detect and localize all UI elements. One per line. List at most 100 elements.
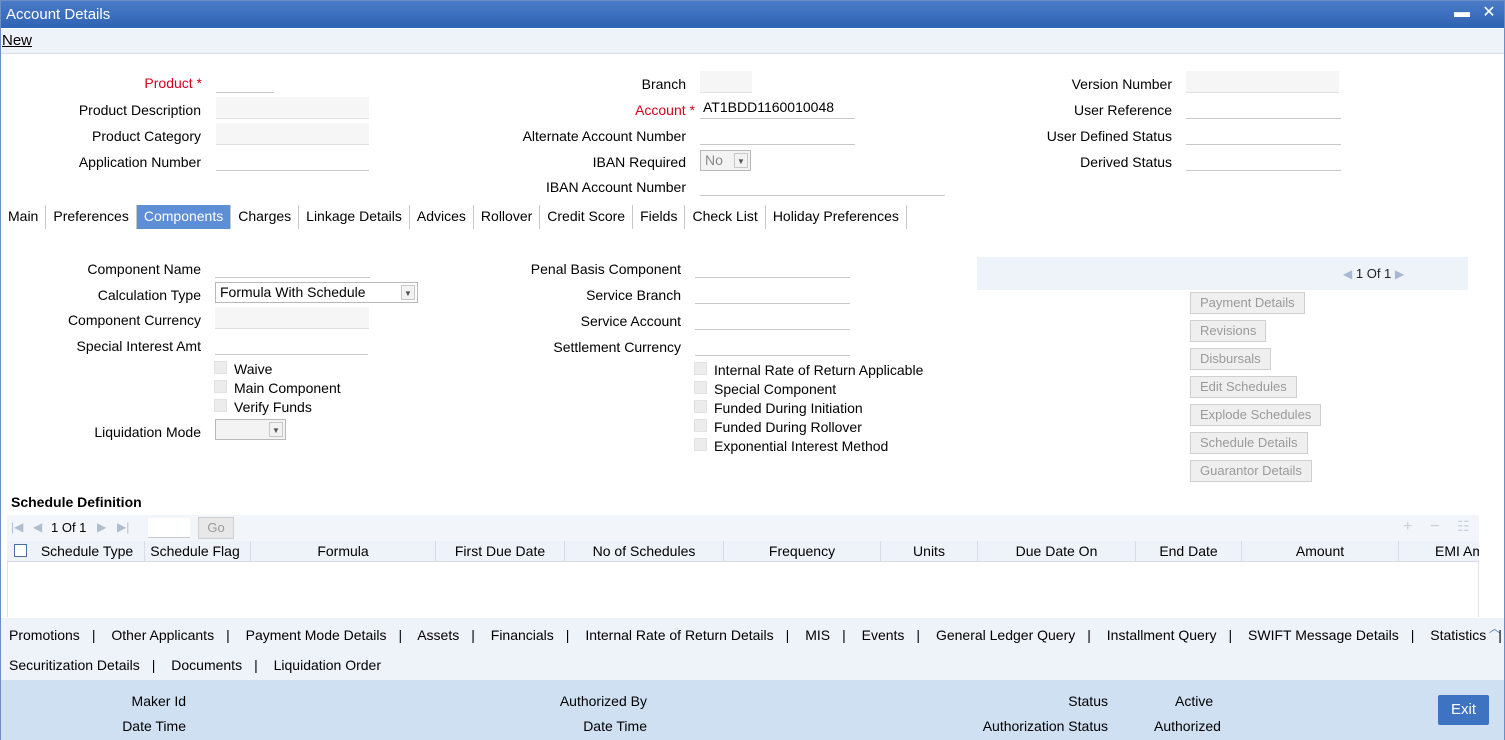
tab-rollover[interactable]: Rollover [474, 205, 541, 229]
statistics-link[interactable]: Statistics [1430, 627, 1486, 643]
column-schedule-type[interactable]: Schedule Type [37, 543, 137, 559]
new-link[interactable]: New [2, 32, 32, 49]
component-name-field[interactable] [215, 256, 370, 278]
funded-initiation-checkbox[interactable] [694, 400, 707, 413]
go-button[interactable]: Go [198, 517, 234, 539]
close-icon[interactable]: ✕ [1481, 5, 1497, 21]
column-no-of-schedules[interactable]: No of Schedules [565, 543, 723, 559]
disbursals-button[interactable]: Disbursals [1190, 348, 1271, 370]
events-link[interactable]: Events [862, 627, 905, 643]
special-component-checkbox[interactable] [694, 381, 707, 394]
exit-button[interactable]: Exit [1438, 695, 1489, 725]
general-ledger-query-link[interactable]: General Ledger Query [936, 627, 1075, 643]
irr-details-link[interactable]: Internal Rate of Return Details [585, 627, 773, 643]
last-page-icon[interactable]: ▶| [117, 520, 129, 534]
collapse-icon[interactable]: ︿ [1489, 620, 1500, 636]
other-applicants-link[interactable]: Other Applicants [111, 627, 214, 643]
authorization-status-value: Authorized [1154, 718, 1221, 734]
guarantor-details-button[interactable]: Guarantor Details [1190, 460, 1312, 482]
verify-funds-checkbox[interactable] [214, 399, 227, 412]
minimize-icon[interactable]: ▬ [1454, 5, 1470, 21]
iban-account-field[interactable] [700, 174, 945, 196]
view-rows-icon[interactable]: ☷ [1457, 518, 1470, 535]
payment-details-button[interactable]: Payment Details [1190, 292, 1305, 314]
chevron-down-icon: ▼ [269, 422, 283, 437]
service-branch-field[interactable] [695, 282, 850, 304]
user-defined-status-field[interactable] [1186, 123, 1341, 145]
user-reference-field[interactable] [1186, 97, 1341, 119]
previous-page-icon[interactable]: ◀ [33, 520, 42, 534]
add-row-icon[interactable]: + [1403, 518, 1412, 536]
tab-preferences[interactable]: Preferences [46, 205, 137, 229]
liquidation-order-link[interactable]: Liquidation Order [274, 657, 381, 673]
main-component-checkbox[interactable] [214, 380, 227, 393]
column-emi-amount[interactable]: EMI Amount [1435, 543, 1479, 559]
payment-mode-details-link[interactable]: Payment Mode Details [246, 627, 387, 643]
select-all-checkbox[interactable] [14, 544, 27, 557]
first-page-icon[interactable]: |◀ [11, 520, 23, 534]
installment-query-link[interactable]: Installment Query [1107, 627, 1217, 643]
penal-basis-field[interactable] [695, 256, 850, 278]
account-field[interactable]: AT1BDD1160010048 [700, 97, 855, 119]
page-number-input[interactable] [148, 518, 190, 538]
calculation-type-label: Calculation Type [97, 287, 201, 303]
explode-schedules-button[interactable]: Explode Schedules [1190, 404, 1322, 426]
financials-link[interactable]: Financials [491, 627, 554, 643]
column-formula[interactable]: Formula [251, 543, 435, 559]
column-units[interactable]: Units [881, 543, 977, 559]
column-due-date-on[interactable]: Due Date On [978, 543, 1135, 559]
service-account-field[interactable] [695, 308, 850, 330]
column-end-date[interactable]: End Date [1136, 543, 1241, 559]
mis-link[interactable]: MIS [805, 627, 830, 643]
securitization-details-link[interactable]: Securitization Details [9, 657, 140, 673]
product-label: Product * [144, 75, 202, 91]
edit-schedules-button[interactable]: Edit Schedules [1190, 376, 1297, 398]
revisions-button[interactable]: Revisions [1190, 320, 1267, 342]
component-currency-label: Component Currency [67, 312, 201, 328]
application-number-field[interactable] [216, 149, 369, 171]
liquidation-mode-select[interactable]: ▼ [215, 419, 286, 440]
column-first-due-date[interactable]: First Due Date [436, 543, 564, 559]
funded-rollover-checkbox[interactable] [694, 419, 707, 432]
schedule-grid-header: Schedule Type Schedule Flag Formula Firs… [7, 541, 1479, 562]
tab-linkage-details[interactable]: Linkage Details [299, 205, 410, 229]
previous-icon[interactable]: ◀ [1343, 267, 1352, 281]
tab-holiday-preferences[interactable]: Holiday Preferences [766, 205, 907, 229]
iban-required-select[interactable]: No ▼ [700, 150, 751, 171]
service-account-label: Service Account [580, 313, 681, 329]
funded-rollover-label: Funded During Rollover [714, 419, 862, 435]
alternate-account-field[interactable] [700, 123, 855, 145]
tab-credit-score[interactable]: Credit Score [540, 205, 634, 229]
special-component-label: Special Component [714, 381, 837, 397]
next-icon[interactable]: ▶ [1395, 267, 1404, 281]
maker-id-label: Maker Id [131, 693, 186, 709]
calculation-type-select[interactable]: Formula With Schedule ▼ [215, 282, 418, 303]
assets-link[interactable]: Assets [417, 627, 459, 643]
account-details-window: Account Details ▬ ✕ New Product * Produc… [0, 0, 1505, 740]
tab-check-list[interactable]: Check List [685, 205, 766, 229]
tab-main[interactable]: Main [1, 205, 47, 229]
column-frequency[interactable]: Frequency [724, 543, 880, 559]
irr-applicable-checkbox[interactable] [694, 362, 707, 375]
audit-footer: Maker Id Date Time Authorized By Date Ti… [1, 680, 1504, 740]
schedule-details-button[interactable]: Schedule Details [1190, 432, 1308, 454]
exponential-checkbox[interactable] [694, 438, 707, 451]
documents-link[interactable]: Documents [171, 657, 242, 673]
tab-advices[interactable]: Advices [410, 205, 474, 229]
status-value: Active [1175, 693, 1214, 709]
tab-components[interactable]: Components [136, 205, 232, 229]
tab-fields[interactable]: Fields [633, 205, 686, 229]
column-schedule-flag[interactable]: Schedule Flag [145, 543, 245, 559]
irr-applicable-label: Internal Rate of Return Applicable [714, 362, 924, 378]
settlement-currency-field[interactable] [695, 334, 850, 356]
next-page-icon[interactable]: ▶ [97, 520, 106, 534]
waive-checkbox[interactable] [214, 361, 227, 374]
column-amount[interactable]: Amount [1242, 543, 1398, 559]
tab-charges[interactable]: Charges [231, 205, 300, 229]
delete-row-icon[interactable]: − [1430, 518, 1439, 536]
swift-message-details-link[interactable]: SWIFT Message Details [1248, 627, 1399, 643]
derived-status-field[interactable] [1186, 149, 1341, 171]
product-field[interactable] [216, 71, 274, 93]
promotions-link[interactable]: Promotions [9, 627, 80, 643]
special-interest-field[interactable] [215, 333, 368, 355]
